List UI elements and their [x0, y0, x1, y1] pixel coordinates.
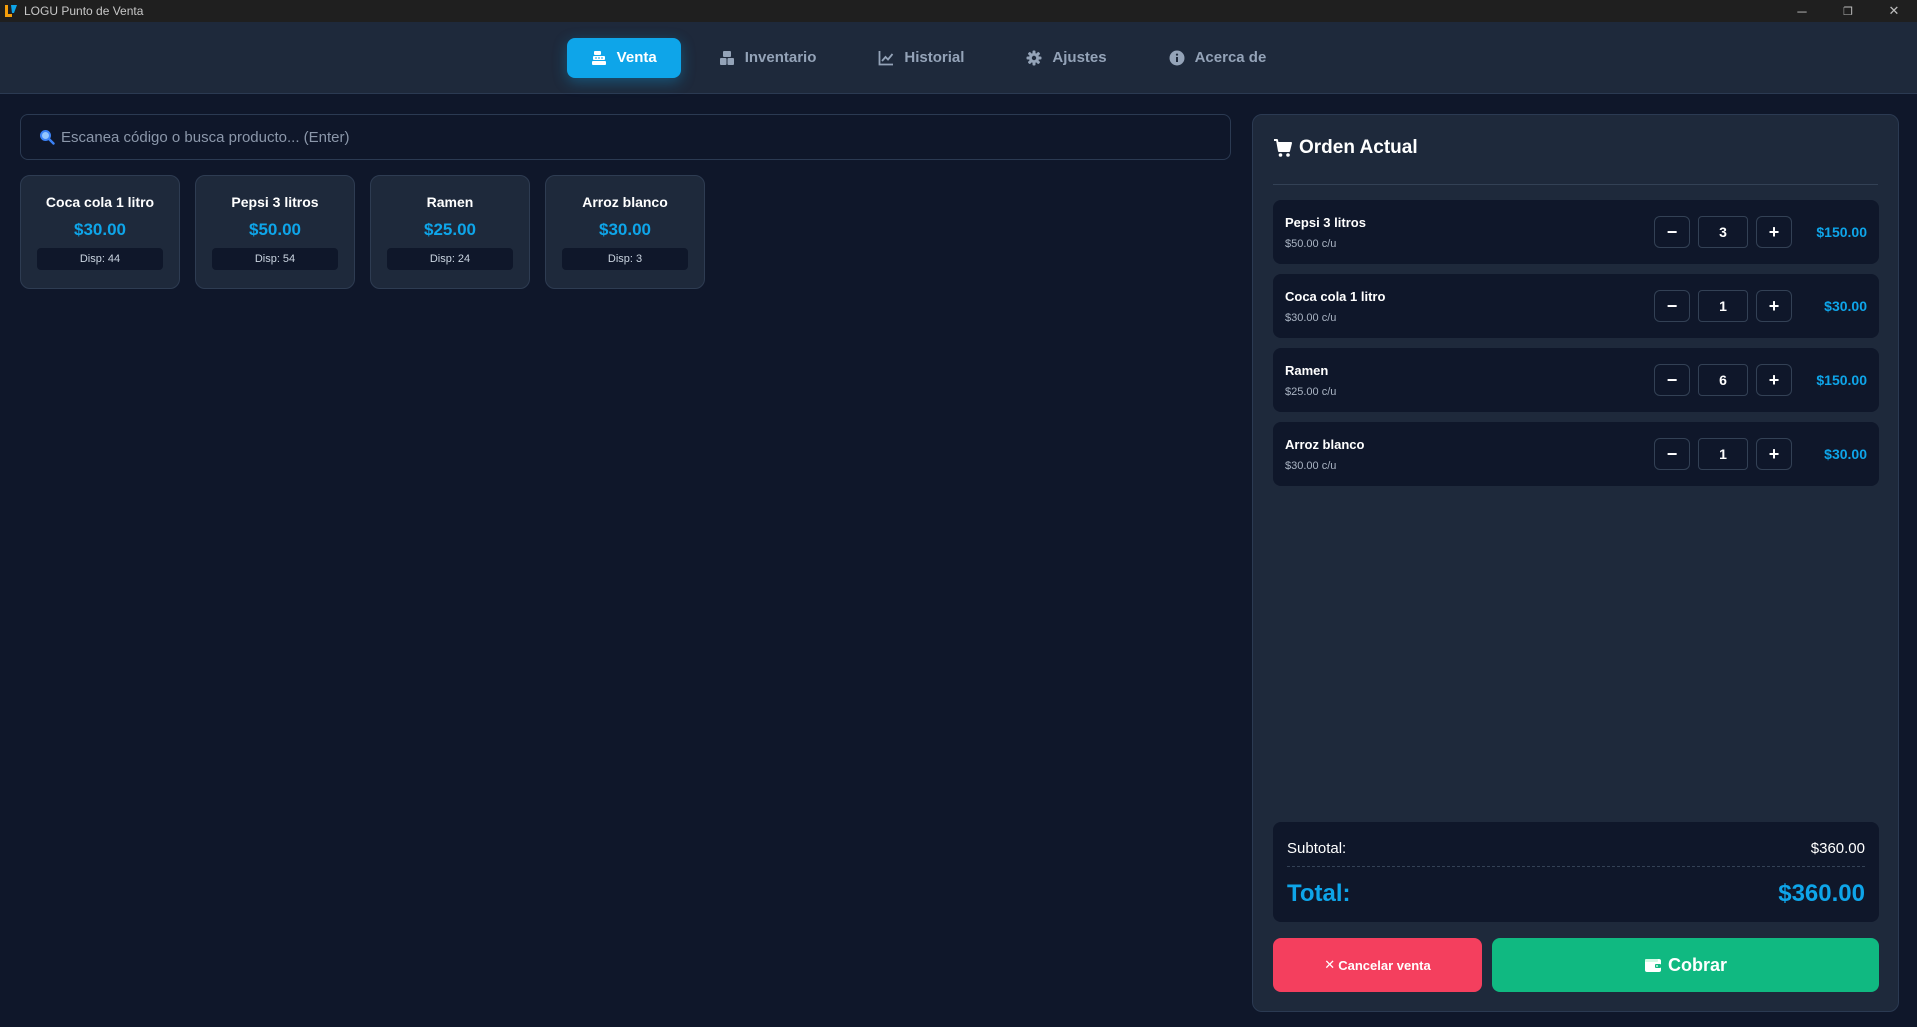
product-card[interactable]: Pepsi 3 litros $50.00 Disp: 54: [195, 175, 355, 289]
order-item: Arroz blanco $30.00 c/u − + $30.00: [1273, 422, 1879, 486]
quantity-stepper: − +: [1654, 438, 1792, 470]
maximize-button[interactable]: ❐: [1825, 0, 1871, 22]
product-grid: Coca cola 1 litro $30.00 Disp: 44 Pepsi …: [20, 175, 705, 289]
subtotal-row: Subtotal: $360.00: [1287, 836, 1865, 860]
info-circle-icon: [1169, 50, 1185, 65]
tab-label: Acerca de: [1194, 49, 1267, 66]
product-stock-badge: Disp: 3: [562, 248, 688, 270]
tab-label: Venta: [616, 49, 657, 66]
product-stock-badge: Disp: 54: [212, 248, 338, 270]
order-item: Coca cola 1 litro $30.00 c/u − + $30.00: [1273, 274, 1879, 338]
total-row: Total: $360.00: [1287, 876, 1865, 912]
product-price: $30.00: [599, 220, 651, 239]
product-price: $50.00: [249, 220, 301, 239]
quantity-input[interactable]: [1698, 438, 1748, 470]
order-item-total: $150.00: [1816, 372, 1867, 388]
subtotal-value: $360.00: [1810, 839, 1865, 857]
chart-line-icon: [878, 50, 894, 65]
decrement-button[interactable]: −: [1654, 364, 1690, 396]
product-search-box: [20, 114, 1231, 160]
tab-historial[interactable]: Historial: [854, 38, 988, 78]
decrement-button[interactable]: −: [1654, 216, 1690, 248]
app-logo-icon: [3, 3, 19, 19]
tab-label: Historial: [904, 49, 965, 66]
search-input[interactable]: [61, 128, 1230, 146]
order-item-unit-price: $50.00 c/u: [1285, 237, 1337, 250]
order-divider: [1273, 184, 1878, 185]
order-items-list: Pepsi 3 litros $50.00 c/u − + $150.00 Co…: [1273, 200, 1879, 496]
increment-button[interactable]: +: [1756, 438, 1792, 470]
product-card[interactable]: Coca cola 1 litro $30.00 Disp: 44: [20, 175, 180, 289]
order-title: Orden Actual: [1299, 137, 1418, 158]
tab-label: Ajustes: [1052, 49, 1107, 66]
order-item: Pepsi 3 litros $50.00 c/u − + $150.00: [1273, 200, 1879, 264]
product-name: Ramen: [426, 194, 474, 210]
close-icon: ✕: [1324, 957, 1336, 972]
product-price: $25.00: [424, 220, 476, 239]
order-item-total: $30.00: [1824, 446, 1867, 462]
product-name: Pepsi 3 litros: [231, 194, 319, 210]
totals-divider: [1287, 866, 1865, 867]
decrement-button[interactable]: −: [1654, 290, 1690, 322]
order-item-name: Ramen: [1285, 362, 1329, 378]
increment-button[interactable]: +: [1756, 216, 1792, 248]
tab-venta[interactable]: Venta: [566, 37, 681, 78]
shopping-cart-icon: [1274, 139, 1292, 157]
order-item-name: Coca cola 1 litro: [1285, 288, 1386, 304]
subtotal-label: Subtotal:: [1287, 839, 1347, 857]
order-item-unit-price: $30.00 c/u: [1285, 459, 1337, 472]
cancel-sale-label: Cancelar venta: [1338, 957, 1431, 973]
increment-button[interactable]: +: [1756, 290, 1792, 322]
window-title: LOGU Punto de Venta: [24, 4, 144, 18]
close-button[interactable]: ✕: [1871, 0, 1917, 22]
order-item-unit-price: $30.00 c/u: [1285, 311, 1337, 324]
product-price: $30.00: [74, 220, 126, 239]
tab-label: Inventario: [744, 49, 817, 66]
charge-label: Cobrar: [1667, 954, 1727, 975]
product-name: Coca cola 1 litro: [45, 194, 155, 210]
increment-button[interactable]: +: [1756, 364, 1792, 396]
minimize-button[interactable]: ─: [1779, 0, 1825, 22]
window-titlebar: LOGU Punto de Venta ─ ❐ ✕: [0, 0, 1917, 22]
search-icon: [40, 130, 55, 145]
product-card[interactable]: Ramen $25.00 Disp: 24: [370, 175, 530, 289]
wallet-icon: [1644, 959, 1661, 972]
quantity-stepper: − +: [1654, 364, 1792, 396]
order-header: Orden Actual: [1273, 137, 1418, 159]
main-navbar: Venta Inventario Historial Ajustes Acerc…: [0, 22, 1917, 94]
total-value: $360.00: [1778, 880, 1865, 907]
cash-register-icon: [591, 50, 606, 65]
product-card[interactable]: Arroz blanco $30.00 Disp: 3: [545, 175, 705, 289]
tab-acerca-de[interactable]: Acerca de: [1145, 38, 1291, 78]
order-item-name: Pepsi 3 litros: [1285, 214, 1366, 230]
quantity-stepper: − +: [1654, 216, 1792, 248]
charge-button[interactable]: Cobrar: [1492, 938, 1879, 992]
order-item-unit-price: $25.00 c/u: [1285, 385, 1337, 398]
total-label: Total:: [1287, 880, 1351, 907]
product-stock-badge: Disp: 24: [387, 248, 513, 270]
decrement-button[interactable]: −: [1654, 438, 1690, 470]
boxes-icon: [719, 50, 734, 65]
gear-icon: [1026, 50, 1042, 65]
order-item: Ramen $25.00 c/u − + $150.00: [1273, 348, 1879, 412]
order-item-total: $30.00: [1824, 298, 1867, 314]
quantity-input[interactable]: [1698, 216, 1748, 248]
quantity-input[interactable]: [1698, 290, 1748, 322]
tab-ajustes[interactable]: Ajustes: [1002, 38, 1130, 78]
order-item-name: Arroz blanco: [1285, 436, 1365, 452]
order-panel: Orden Actual Pepsi 3 litros $50.00 c/u −…: [1252, 114, 1899, 1012]
order-item-total: $150.00: [1816, 224, 1867, 240]
product-stock-badge: Disp: 44: [37, 248, 163, 270]
quantity-input[interactable]: [1698, 364, 1748, 396]
order-totals: Subtotal: $360.00 Total: $360.00: [1273, 822, 1879, 922]
cancel-sale-button[interactable]: ✕ Cancelar venta: [1273, 938, 1482, 992]
tab-inventario[interactable]: Inventario: [695, 38, 841, 78]
product-name: Arroz blanco: [582, 194, 668, 210]
quantity-stepper: − +: [1654, 290, 1792, 322]
